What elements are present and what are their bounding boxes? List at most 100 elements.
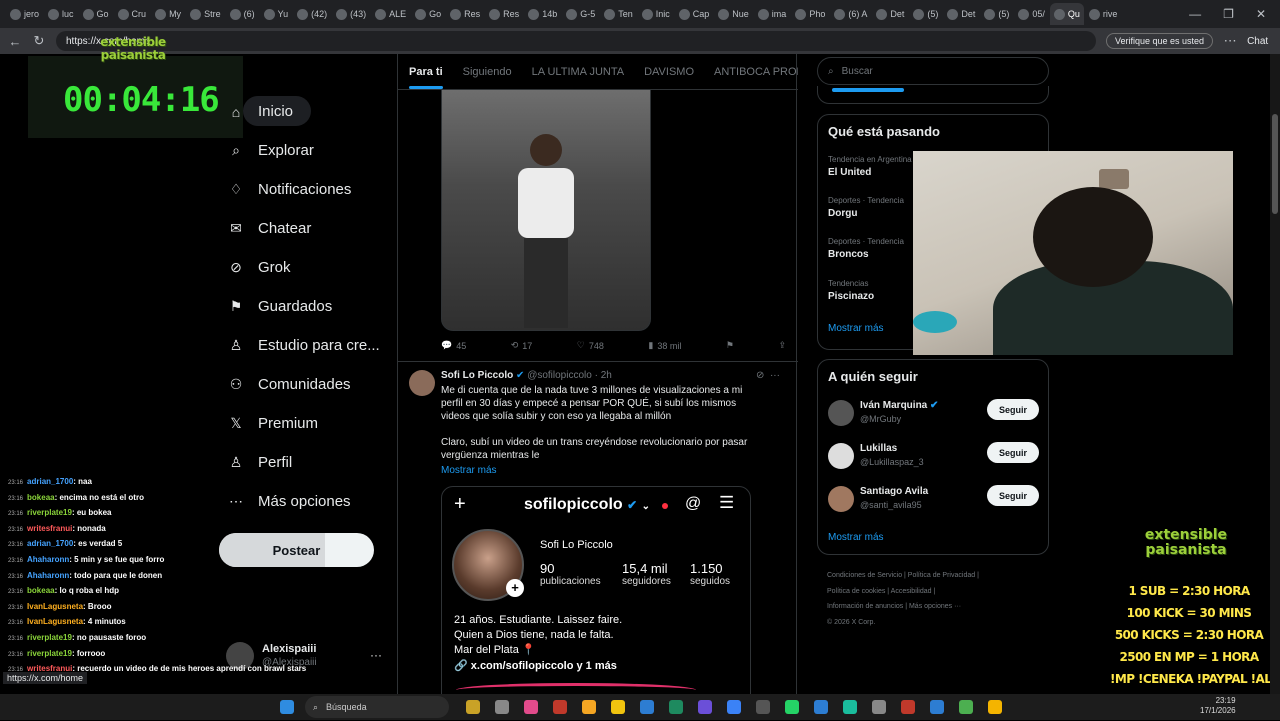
views-button[interactable]: ▮ 38 mil bbox=[648, 340, 681, 351]
back-icon[interactable]: ← bbox=[8, 34, 22, 49]
reload-icon[interactable]: ↻ bbox=[32, 33, 46, 49]
footer-line[interactable]: Política de cookies | Accesibilidad | bbox=[827, 584, 1052, 600]
close-icon[interactable]: ✕ bbox=[1256, 7, 1266, 21]
timeline-tab[interactable]: DAVISMO bbox=[644, 66, 694, 78]
follow-button[interactable]: Seguir bbox=[987, 485, 1039, 506]
browser-tab[interactable]: Qu bbox=[1049, 3, 1084, 25]
browser-tab[interactable]: Ten bbox=[600, 3, 637, 25]
search-input[interactable]: ⌕ Buscar bbox=[817, 57, 1049, 85]
show-more-link[interactable]: Mostrar más bbox=[828, 532, 884, 543]
browser-tab[interactable]: (43) bbox=[332, 3, 370, 25]
browser-tab[interactable]: Go bbox=[411, 3, 445, 25]
sidebar-item-more[interactable]: ⋯ Más opciones bbox=[218, 482, 398, 521]
edge-icon[interactable] bbox=[669, 700, 683, 714]
windows-start-icon[interactable] bbox=[280, 700, 294, 714]
trend-item[interactable]: Deportes · Tendencia Broncos bbox=[828, 237, 904, 260]
browser-tab[interactable]: G-5 bbox=[562, 3, 599, 25]
footer-line[interactable]: Condiciones de Servicio | Política de Pr… bbox=[827, 568, 1052, 584]
sidebar-item-search[interactable]: ⌕ Explorar bbox=[218, 131, 398, 170]
app-icon[interactable] bbox=[814, 700, 828, 714]
grok-icon[interactable]: ⊘ bbox=[756, 370, 764, 381]
browser-tab[interactable]: Go bbox=[79, 3, 113, 25]
copilot-icon[interactable] bbox=[524, 700, 538, 714]
scrollbar-thumb[interactable] bbox=[1272, 114, 1278, 214]
settings-icon[interactable] bbox=[698, 700, 712, 714]
post-author-handle[interactable]: @sofilopiccolo bbox=[527, 370, 592, 381]
app-icon[interactable] bbox=[930, 700, 944, 714]
chat-button[interactable]: Chat bbox=[1247, 36, 1268, 47]
files-icon[interactable] bbox=[611, 700, 625, 714]
widgets-icon[interactable] bbox=[466, 700, 480, 714]
discord-icon[interactable] bbox=[727, 700, 741, 714]
follow-suggestion[interactable]: Lukillas @Lukillaspaz_3 Seguir bbox=[828, 441, 1040, 475]
more-icon[interactable]: ··· bbox=[370, 648, 382, 662]
sidebar-item-grok[interactable]: ⊘ Grok bbox=[218, 248, 398, 287]
vpn-icon[interactable] bbox=[843, 700, 857, 714]
verify-button[interactable]: Verifique que es usted bbox=[1106, 33, 1214, 49]
timeline-tab[interactable]: Para ti bbox=[409, 66, 443, 89]
reply-button[interactable]: 💬 45 bbox=[441, 340, 466, 351]
timeline-tab[interactable]: Siguiendo bbox=[463, 66, 512, 78]
browser-tab[interactable]: Res bbox=[446, 3, 484, 25]
browser-tab[interactable]: rive bbox=[1085, 3, 1122, 25]
chrome-icon[interactable] bbox=[988, 700, 1002, 714]
browser-tab[interactable]: Inic bbox=[638, 3, 674, 25]
sidebar-item-profile[interactable]: ♙ Perfil bbox=[218, 443, 398, 482]
sidebar-item-bookmark[interactable]: ⚑ Guardados bbox=[218, 287, 398, 326]
browser-tab[interactable]: ima bbox=[754, 3, 791, 25]
trend-item[interactable]: Deportes · Tendencia Dorgu bbox=[828, 196, 904, 219]
like-button[interactable]: ♡ 748 bbox=[577, 340, 604, 351]
post-button[interactable]: Postear bbox=[219, 533, 374, 567]
record-icon[interactable] bbox=[901, 700, 915, 714]
taskbar-clock[interactable]: 23:19 17/1/2026 bbox=[1200, 696, 1236, 716]
browser-tab[interactable]: 14b bbox=[524, 3, 561, 25]
browser-tab[interactable]: ALE bbox=[371, 3, 410, 25]
browser-tab[interactable]: jero bbox=[6, 3, 43, 25]
post-image[interactable] bbox=[441, 89, 651, 331]
browser-tab[interactable]: Stre bbox=[186, 3, 225, 25]
browser-tab[interactable]: Det bbox=[872, 3, 908, 25]
show-more-link[interactable]: Mostrar más bbox=[828, 323, 884, 334]
menu-icon[interactable]: ⋯ bbox=[1223, 33, 1237, 49]
follow-button[interactable]: Seguir bbox=[987, 399, 1039, 420]
more-icon[interactable]: ··· bbox=[770, 370, 780, 381]
sidebar-item-x-logo[interactable]: 𝕏 Premium bbox=[218, 404, 398, 443]
browser-tab[interactable]: 05/ bbox=[1014, 3, 1049, 25]
subscribe-button-edge[interactable] bbox=[832, 88, 904, 92]
browser-tab[interactable]: (6) bbox=[226, 3, 259, 25]
follow-button[interactable]: Seguir bbox=[987, 442, 1039, 463]
browser-tab[interactable]: (5) bbox=[980, 3, 1013, 25]
trend-item[interactable]: Tendencia en Argentina El United bbox=[828, 155, 912, 178]
footer-line[interactable]: Información de anuncios | Más opciones ·… bbox=[827, 599, 1052, 615]
timeline-tab[interactable]: ANTIBOCA PROFESIONAL bbox=[714, 66, 798, 78]
avatar[interactable] bbox=[409, 370, 435, 396]
browser-tab[interactable]: Det bbox=[943, 3, 979, 25]
browser-tab[interactable]: (6) A bbox=[830, 3, 871, 25]
timeline-tab[interactable]: LA ULTIMA JUNTA bbox=[532, 66, 625, 78]
maximize-icon[interactable]: ❐ bbox=[1223, 7, 1234, 21]
repost-button[interactable]: ⟲ 17 bbox=[511, 340, 533, 351]
trend-item[interactable]: Tendencias Piscinazo bbox=[828, 279, 874, 302]
store-icon[interactable] bbox=[582, 700, 596, 714]
browser-tab[interactable]: My bbox=[151, 3, 185, 25]
follow-suggestion[interactable]: Santiago Avila @santi_avila95 Seguir bbox=[828, 484, 1040, 518]
url-field[interactable]: https://x.com/home bbox=[56, 31, 1096, 51]
browser-tab[interactable]: Yu bbox=[260, 3, 293, 25]
sidebar-item-home[interactable]: ⌂ Inicio bbox=[218, 92, 398, 131]
scrollbar[interactable] bbox=[1270, 54, 1280, 694]
taskbar-search[interactable]: ⌕ Búsqueda bbox=[305, 696, 449, 718]
sidebar-item-communities[interactable]: ⚇ Comunidades bbox=[218, 365, 398, 404]
browser-tab[interactable]: Res bbox=[485, 3, 523, 25]
chrome-icon[interactable] bbox=[959, 700, 973, 714]
share-button[interactable]: ⇪ bbox=[778, 340, 786, 351]
follow-suggestion[interactable]: Iván Marquina ✔ @MrGuby Seguir bbox=[828, 398, 1040, 432]
post-author-name[interactable]: Sofi Lo Piccolo bbox=[441, 370, 513, 381]
show-more-link[interactable]: Mostrar más bbox=[441, 465, 497, 476]
post-image-instagram-profile[interactable]: + sofilopiccolo ✔ ⌄ @ ☰ + Sofi Lo Piccol… bbox=[441, 486, 751, 696]
pen-icon[interactable] bbox=[640, 700, 654, 714]
browser-tab[interactable]: (5) bbox=[909, 3, 942, 25]
opera-icon[interactable] bbox=[553, 700, 567, 714]
sidebar-item-bell[interactable]: ♢ Notificaciones bbox=[218, 170, 398, 209]
whatsapp-icon[interactable] bbox=[785, 700, 799, 714]
sidebar-item-studio[interactable]: ♙ Estudio para cre... bbox=[218, 326, 398, 365]
